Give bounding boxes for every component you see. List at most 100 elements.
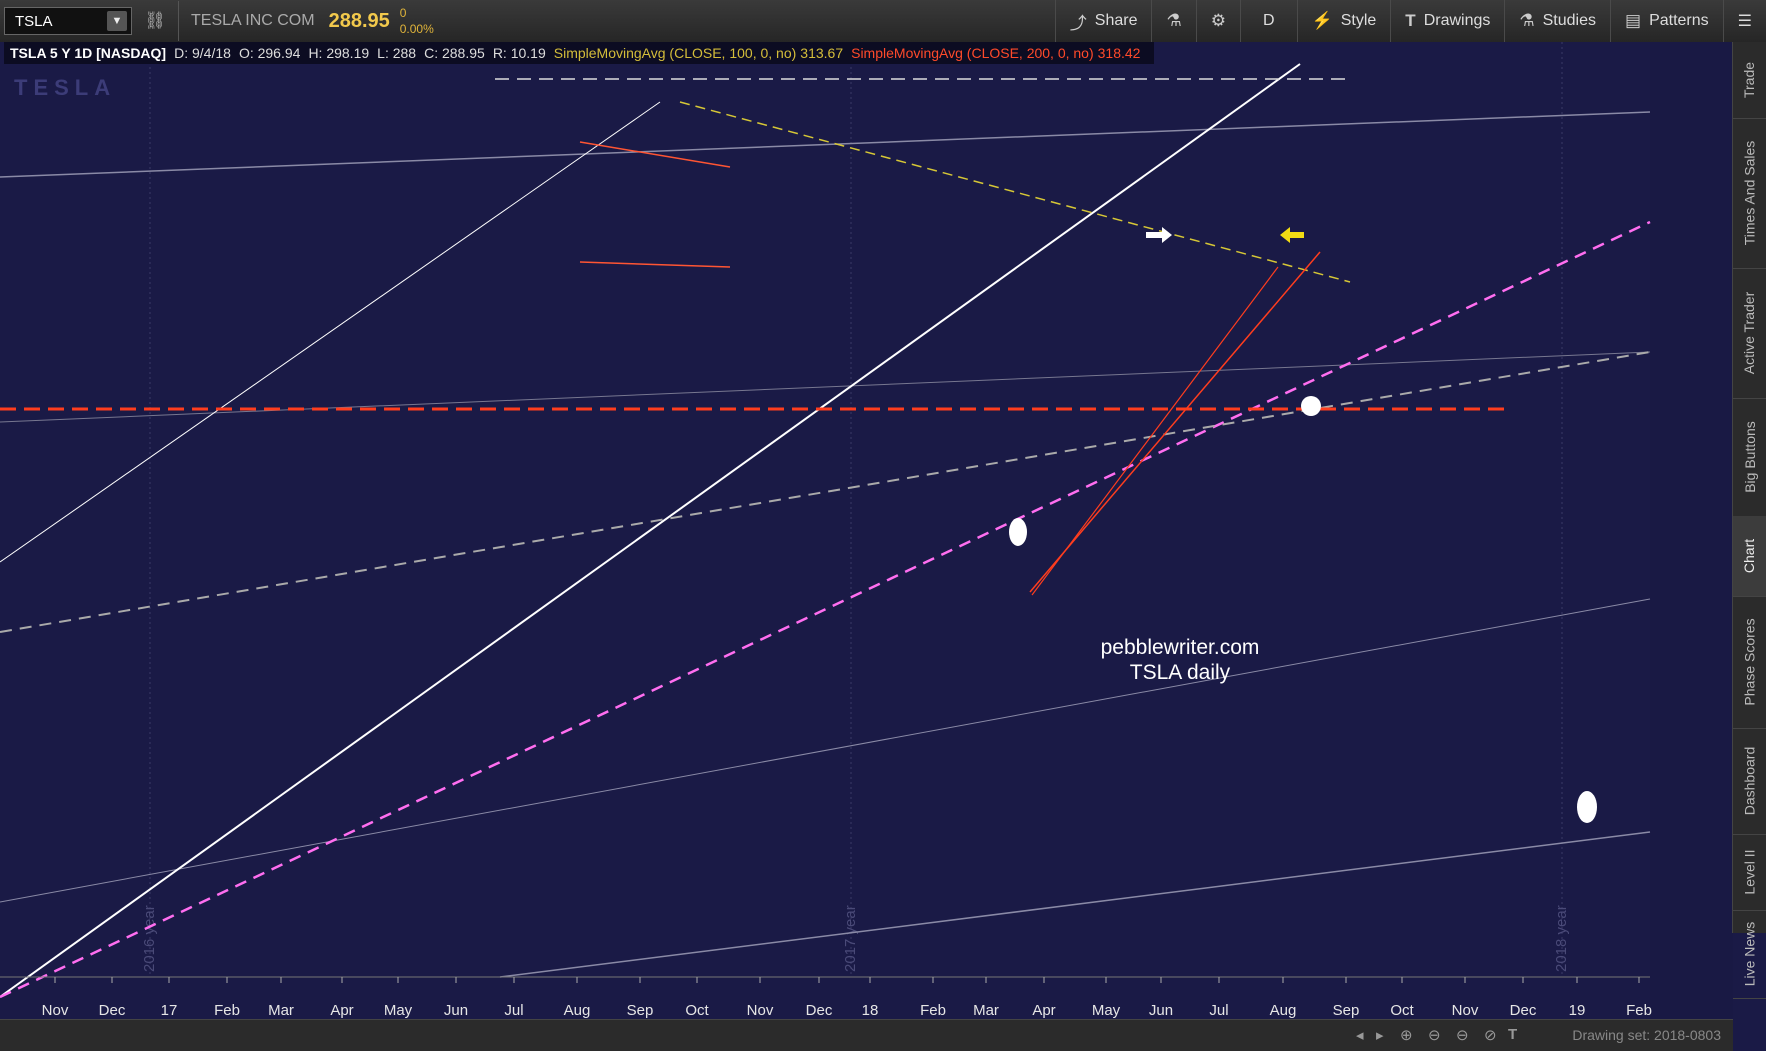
- tab-live-news[interactable]: Live News: [1733, 910, 1766, 999]
- legend-high: H: 298.19: [308, 45, 370, 61]
- chevron-down-icon[interactable]: ▼: [107, 11, 127, 31]
- time-tick-label: Oct: [685, 1002, 709, 1019]
- time-tick-label: 19: [1569, 1002, 1586, 1019]
- expand-icon[interactable]: T: [1508, 1026, 1517, 1043]
- drawing-set-label: Drawing set: 2018-0803: [1572, 1027, 1721, 1043]
- tesla-watermark: TESLA: [14, 75, 116, 100]
- year-marker-label: 2017 year: [842, 905, 859, 972]
- legend-low: L: 288: [377, 45, 417, 61]
- time-tick-label: Aug: [1270, 1002, 1297, 1019]
- studies-icon: ⚗: [1519, 11, 1535, 30]
- tab-live-news-label: Live News: [1741, 921, 1758, 987]
- time-tick-label: Dec: [806, 1002, 833, 1019]
- flask-button[interactable]: ⚗: [1151, 0, 1195, 42]
- time-tick-label: Sep: [1333, 1002, 1360, 1019]
- menu-button[interactable]: ☰: [1722, 0, 1766, 42]
- link-icon[interactable]: ⛓: [140, 6, 170, 36]
- tab-trade-label: Trade: [1741, 61, 1758, 99]
- drawings-label: Drawings: [1423, 12, 1491, 29]
- studies-label: Studies: [1542, 12, 1596, 29]
- patterns-button[interactable]: ▤ Patterns: [1610, 0, 1723, 42]
- time-tick-label: Oct: [1390, 1002, 1414, 1019]
- time-tick-label: Nov: [42, 1002, 69, 1019]
- price-change: 0 0.00%: [400, 5, 434, 37]
- time-tick-label: Apr: [330, 1002, 353, 1019]
- legend-date: D: 9/4/18: [174, 45, 231, 61]
- legend-title: TSLA 5 Y 1D [NASDAQ]: [10, 45, 167, 61]
- year-marker-label: 2018 year: [1553, 905, 1570, 972]
- time-tick-label: Mar: [973, 1002, 999, 1019]
- tab-chart[interactable]: Chart: [1733, 516, 1766, 597]
- tab-phase-scores[interactable]: Phase Scores: [1733, 596, 1766, 729]
- timeframe-button[interactable]: D: [1239, 0, 1297, 42]
- legend-sma200-value: 318.42: [1097, 45, 1141, 61]
- legend-sma100-value: 313.67: [800, 45, 844, 61]
- menu-icon: ☰: [1737, 13, 1752, 30]
- year-marker-label: 2016 year: [141, 905, 158, 972]
- tab-level-ii[interactable]: Level II: [1733, 834, 1766, 911]
- time-tick-label: May: [1092, 1002, 1121, 1019]
- legend-close: C: 288.95: [424, 45, 485, 61]
- patterns-label: Patterns: [1649, 12, 1709, 29]
- legend-open: O: 296.94: [238, 45, 301, 61]
- time-tick-label: Dec: [99, 1002, 126, 1019]
- share-icon: ⤴: [1069, 13, 1087, 33]
- price-axis-background: [1650, 42, 1733, 1019]
- zoom-in-icon[interactable]: ⊖: [1456, 1026, 1469, 1044]
- time-tick-label: Jun: [444, 1002, 468, 1019]
- legend-sma100-label[interactable]: SimpleMovingAvg (CLOSE, 100, 0, no): [554, 45, 797, 61]
- white-oval-target-marker: [1577, 791, 1597, 823]
- white-oval-marker: [1009, 518, 1027, 546]
- time-tick-label: Apr: [1032, 1002, 1055, 1019]
- legend-sma200-label[interactable]: SimpleMovingAvg (CLOSE, 200, 0, no): [851, 45, 1094, 61]
- time-tick-label: Mar: [268, 1002, 294, 1019]
- tab-big-buttons[interactable]: Big Buttons: [1733, 398, 1766, 517]
- app-window: TSLA ▼ ⛓ TESLA INC COM 288.95 0 0.00% ⤴ S…: [0, 0, 1766, 1051]
- price-chart[interactable]: 2016 year2017 year2018 year 0.0%$389.611…: [0, 42, 1733, 1019]
- change-percent: 0.00%: [399, 22, 434, 36]
- scroll-left-icon[interactable]: ◂: [1356, 1026, 1364, 1044]
- bottom-toolbar: ◂ ▸ ⊕ ⊖ ⊖ ⊘ T Drawing set: 2018-0803: [0, 1019, 1733, 1051]
- time-tick-label: Jul: [1209, 1002, 1228, 1019]
- studies-button[interactable]: ⚗ Studies: [1504, 0, 1610, 42]
- top-toolbar: TSLA ▼ ⛓ TESLA INC COM 288.95 0 0.00% ⤴ S…: [0, 0, 1766, 43]
- time-tick-label: Aug: [564, 1002, 591, 1019]
- right-side-panel: Trade Times And Sales Active Trader Big …: [1732, 42, 1766, 999]
- legend-range: R: 10.19: [492, 45, 546, 61]
- tab-active-trader[interactable]: Active Trader: [1733, 268, 1766, 399]
- time-tick-label: Jul: [504, 1002, 523, 1019]
- time-tick-label: 17: [161, 1002, 178, 1019]
- share-label: Share: [1094, 12, 1138, 29]
- last-price: 288.95: [328, 9, 390, 32]
- tab-times-and-sales[interactable]: Times And Sales: [1733, 118, 1766, 269]
- toolbar-actions: ⤴ Share ⚗ ⚙ D ⚡ Style T Drawings ⚗ Studies ▤…: [1054, 0, 1766, 42]
- tab-trade[interactable]: Trade: [1733, 42, 1766, 119]
- style-icon: ⚡: [1311, 11, 1333, 30]
- crosshair-icon[interactable]: ⊕: [1400, 1026, 1413, 1044]
- time-tick-label: Sep: [627, 1002, 654, 1019]
- time-tick-label: May: [384, 1002, 413, 1019]
- zoom-out-icon[interactable]: ⊖: [1428, 1026, 1441, 1044]
- settings-button[interactable]: ⚙: [1195, 0, 1240, 42]
- scroll-right-icon[interactable]: ▸: [1376, 1026, 1384, 1044]
- time-tick-label: Feb: [214, 1002, 240, 1019]
- divider: [178, 1, 179, 41]
- time-tick-label: Feb: [1626, 1002, 1652, 1019]
- chart-legend: TSLA 5 Y 1D [NASDAQ] D: 9/4/18 O: 296.94…: [4, 42, 1155, 64]
- change-value: 0: [399, 6, 407, 20]
- symbol-selector[interactable]: TSLA ▼: [4, 7, 132, 35]
- tab-dashboard[interactable]: Dashboard: [1733, 728, 1766, 835]
- company-name: TESLA INC COM: [191, 12, 315, 29]
- zoom-reset-icon[interactable]: ⊘: [1484, 1026, 1497, 1044]
- time-tick-label: Nov: [1452, 1002, 1479, 1019]
- share-button[interactable]: ⤴ Share: [1054, 0, 1152, 42]
- style-button[interactable]: ⚡ Style: [1296, 0, 1391, 42]
- symbol-text: TSLA: [15, 12, 53, 30]
- drawings-icon: T: [1405, 11, 1416, 30]
- tab-chart-label: Chart: [1741, 538, 1758, 574]
- tab-big-buttons-label: Big Buttons: [1741, 421, 1758, 493]
- timeframe-label: D: [1262, 12, 1275, 29]
- time-tick-label: Dec: [1510, 1002, 1537, 1019]
- drawings-button[interactable]: T Drawings: [1390, 0, 1504, 42]
- tab-level-ii-label: Level II: [1741, 849, 1758, 895]
